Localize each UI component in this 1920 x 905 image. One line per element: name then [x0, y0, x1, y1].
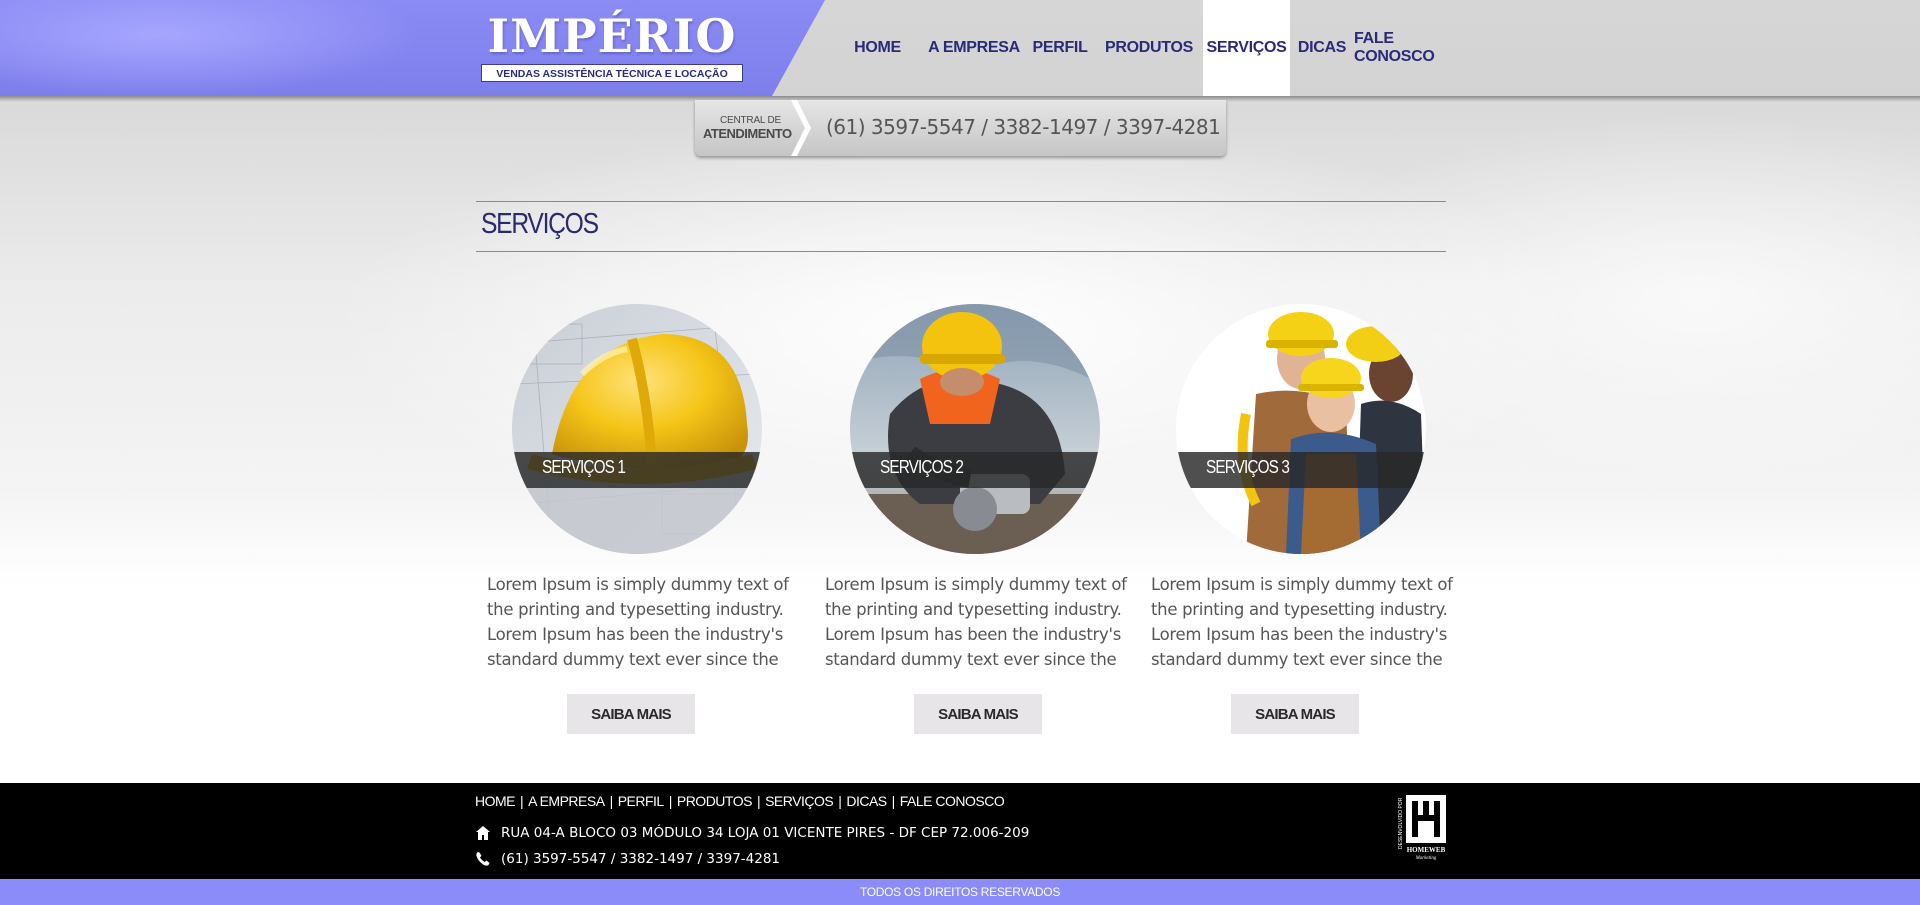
footer-link-a-empresa[interactable]: A EMPRESA — [528, 793, 605, 809]
footer-link-dicas[interactable]: DICAS — [846, 793, 887, 809]
nav-servicos[interactable]: SERVIÇOS — [1203, 0, 1290, 96]
contact-bar: CENTRAL DE ATENDIMENTO (61) 3597-5547 / … — [695, 100, 1226, 156]
nav-fale-conosco[interactable]: FALE CONOSCO — [1354, 0, 1472, 96]
nav-perfil[interactable]: PERFIL — [1025, 0, 1095, 96]
service-label: SERVIÇOS 2 — [880, 457, 964, 477]
service-image-2[interactable]: SERVIÇOS 2 — [850, 304, 1100, 554]
service-description: Lorem Ipsum is simply dummy text of the … — [1151, 575, 1453, 669]
saiba-mais-button[interactable]: SAIBA MAIS — [914, 694, 1042, 734]
footer-separator: | — [609, 793, 614, 809]
footer-separator: | — [891, 793, 896, 809]
page-title: SERVIÇOS — [481, 208, 599, 240]
logo[interactable]: IMPÉRIO VENDAS ASSISTÊNCIA TÉCNICA E LOC… — [478, 10, 746, 84]
svg-text:DESENVOLVIDO POR: DESENVOLVIDO POR — [1398, 797, 1404, 849]
service-image-1[interactable]: SERVIÇOS 1 — [512, 304, 762, 554]
service-image-3[interactable]: SERVIÇOS 3 — [1176, 304, 1426, 554]
saiba-mais-button[interactable]: SAIBA MAIS — [567, 694, 695, 734]
service-card-1: SERVIÇOS 1 Lorem Ipsum is simply dummy t… — [487, 304, 797, 734]
service-description: Lorem Ipsum is simply dummy text of the … — [487, 575, 789, 669]
footer-link-servicos[interactable]: SERVIÇOS — [765, 793, 834, 809]
service-description: Lorem Ipsum is simply dummy text of the … — [825, 575, 1127, 669]
workers-team-photo — [1176, 304, 1426, 554]
footer-address: RUA 04-A BLOCO 03 MÓDULO 34 LOJA 01 VICE… — [475, 825, 1029, 841]
nav-a-empresa[interactable]: A EMPRESA — [923, 0, 1025, 96]
footer-separator: | — [756, 793, 761, 809]
saiba-mais-button[interactable]: SAIBA MAIS — [1231, 694, 1359, 734]
copyright-bar: TODOS OS DIREITOS RESERVADOS — [0, 879, 1920, 905]
construction-worker-photo — [850, 304, 1100, 554]
service-label: SERVIÇOS 3 — [1206, 457, 1290, 477]
service-card-3: SERVIÇOS 3 Lorem Ipsum is simply dummy t… — [1151, 304, 1461, 734]
footer-separator: | — [520, 793, 524, 809]
contact-phones: (61) 3597-5547 / 3382-1497 / 3397-4281 — [826, 115, 1221, 139]
main-nav: HOME A EMPRESA PERFIL PRODUTOS SERVIÇOS … — [832, 0, 1472, 96]
phone-icon — [476, 852, 490, 866]
svg-text:Marketing: Marketing — [1415, 856, 1437, 861]
footer-nav: HOME | A EMPRESA | PERFIL | PRODUTOS | S… — [475, 793, 1005, 809]
service-card-2: SERVIÇOS 2 Lorem Ipsum is simply dummy t… — [825, 304, 1135, 734]
footer-separator: | — [668, 793, 673, 809]
nav-dicas[interactable]: DICAS — [1290, 0, 1354, 96]
header: IMPÉRIO VENDAS ASSISTÊNCIA TÉCNICA E LOC… — [0, 0, 1920, 102]
logo-title: IMPÉRIO — [487, 9, 737, 63]
footer: HOME | A EMPRESA | PERFIL | PRODUTOS | S… — [0, 783, 1920, 879]
footer-link-fale-conosco[interactable]: FALE CONOSCO — [900, 793, 1005, 809]
chevron-right-icon — [791, 100, 811, 156]
footer-phone: (61) 3597-5547 / 3382-1497 / 3397-4281 — [475, 851, 780, 867]
contact-label-line2: ATENDIMENTO — [703, 126, 792, 141]
hardhat-photo — [512, 304, 762, 554]
contact-label: CENTRAL DE ATENDIMENTO — [703, 114, 792, 141]
footer-address-text: RUA 04-A BLOCO 03 MÓDULO 34 LOJA 01 VICE… — [501, 825, 1030, 841]
footer-separator: | — [838, 793, 842, 809]
svg-text:HOMEWEB: HOMEWEB — [1407, 846, 1446, 854]
section-rule-bottom — [476, 251, 1446, 252]
footer-link-home[interactable]: HOME — [475, 793, 516, 809]
nav-home[interactable]: HOME — [832, 0, 923, 96]
home-icon — [476, 826, 490, 840]
service-label: SERVIÇOS 1 — [542, 457, 626, 477]
section-rule-top — [476, 201, 1446, 202]
footer-link-perfil[interactable]: PERFIL — [618, 793, 665, 809]
footer-link-produtos[interactable]: PRODUTOS — [677, 793, 753, 809]
logo-tagline: VENDAS ASSISTÊNCIA TÉCNICA E LOCAÇÃO — [481, 64, 743, 82]
footer-phone-text: (61) 3597-5547 / 3382-1497 / 3397-4281 — [501, 851, 781, 867]
nav-produtos[interactable]: PRODUTOS — [1095, 0, 1203, 96]
developer-logo[interactable]: DESENVOLVIDO POR HOMEWEB Marketing — [1395, 793, 1451, 863]
homeweb-logo-icon: DESENVOLVIDO POR HOMEWEB Marketing — [1398, 795, 1446, 861]
